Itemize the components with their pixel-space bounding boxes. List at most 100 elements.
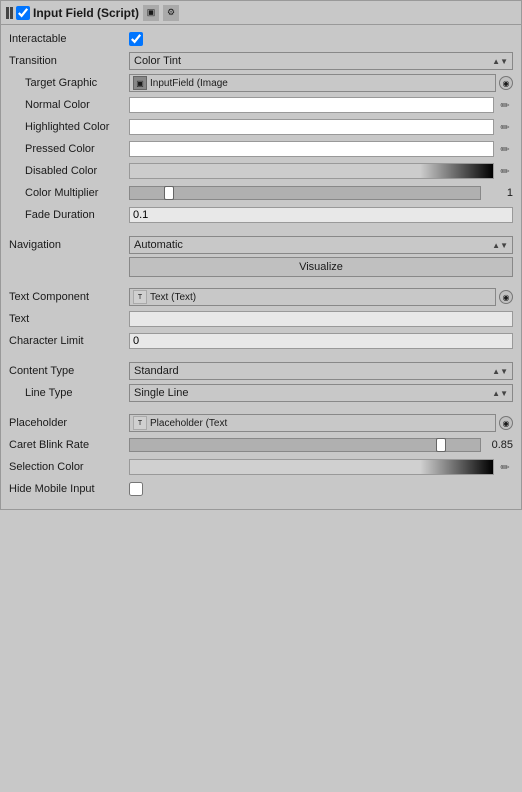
transition-label: Transition	[9, 55, 129, 67]
pressed-color-field-area: ✏	[129, 141, 513, 157]
disabled-color-swatch[interactable]	[129, 163, 494, 179]
caret-blink-rate-slider[interactable]	[129, 438, 481, 452]
highlighted-color-eyedropper[interactable]: ✏	[497, 119, 513, 135]
text-input[interactable]	[129, 311, 513, 327]
selection-color-swatch[interactable]	[129, 459, 494, 475]
interactable-checkbox[interactable]	[129, 32, 143, 46]
visualize-button[interactable]: Visualize	[129, 257, 513, 277]
panel-body: Interactable Transition Color Tint ▲▼ Ta…	[1, 25, 521, 509]
highlighted-color-field-area: ✏	[129, 119, 513, 135]
color-multiplier-value: 1	[485, 187, 513, 199]
line-type-label: Line Type	[9, 387, 129, 399]
line-type-dropdown-arrow: ▲▼	[492, 389, 508, 398]
normal-color-field-area: ✏	[129, 97, 513, 113]
component-enabled-checkbox[interactable]	[16, 6, 30, 20]
selection-color-field-area: ✏	[129, 459, 513, 475]
caret-blink-rate-slider-container: 0.85	[129, 438, 513, 452]
transition-dropdown[interactable]: Color Tint ▲▼	[129, 52, 513, 70]
normal-color-eyedropper[interactable]: ✏	[497, 97, 513, 113]
target-graphic-row: Target Graphic ▣ InputField (Image ◉	[9, 73, 513, 93]
navigation-dropdown-arrow: ▲▼	[492, 241, 508, 250]
disabled-color-eyedropper[interactable]: ✏	[497, 163, 513, 179]
placeholder-row: Placeholder T Placeholder (Text ◉	[9, 413, 513, 433]
character-limit-input[interactable]	[129, 333, 513, 349]
placeholder-icon: T	[133, 416, 147, 430]
hide-mobile-input-label: Hide Mobile Input	[9, 483, 129, 495]
normal-color-row: Normal Color ✏	[9, 95, 513, 115]
text-component-label: Text Component	[9, 291, 129, 303]
inspector-icon[interactable]: ▣	[143, 5, 159, 21]
disabled-color-label: Disabled Color	[9, 165, 129, 177]
target-graphic-icon: ▣	[133, 76, 147, 90]
navigation-label: Navigation	[9, 239, 129, 251]
hide-mobile-input-row: Hide Mobile Input	[9, 479, 513, 499]
header-left: Input Field (Script)	[6, 6, 139, 20]
hide-mobile-input-checkbox[interactable]	[129, 482, 143, 496]
normal-color-swatch[interactable]	[129, 97, 494, 113]
transition-dropdown-arrow: ▲▼	[492, 57, 508, 66]
interactable-row: Interactable	[9, 29, 513, 49]
placeholder-picker[interactable]: ◉	[499, 416, 513, 430]
settings-icon[interactable]: ⚙	[163, 5, 179, 21]
highlighted-color-swatch[interactable]	[129, 119, 494, 135]
color-multiplier-field-area: 1	[129, 186, 513, 200]
line-type-dropdown[interactable]: Single Line ▲▼	[129, 384, 513, 402]
disabled-color-row: Disabled Color ✏	[9, 161, 513, 181]
pressed-color-swatch[interactable]	[129, 141, 494, 157]
character-limit-field-area	[129, 333, 513, 349]
placeholder-field[interactable]: T Placeholder (Text	[129, 414, 496, 432]
character-limit-row: Character Limit	[9, 331, 513, 351]
color-multiplier-label: Color Multiplier	[9, 187, 129, 199]
target-graphic-field[interactable]: ▣ InputField (Image	[129, 74, 496, 92]
text-component-icon: T	[133, 290, 147, 304]
content-type-row: Content Type Standard ▲▼	[9, 361, 513, 381]
color-multiplier-slider[interactable]	[129, 186, 481, 200]
color-multiplier-row: Color Multiplier 1	[9, 183, 513, 203]
target-graphic-field-area: ▣ InputField (Image ◉	[129, 74, 513, 92]
pressed-color-eyedropper[interactable]: ✏	[497, 141, 513, 157]
disabled-color-field-area: ✏	[129, 163, 513, 179]
fade-duration-input[interactable]	[129, 207, 513, 223]
text-field-area	[129, 311, 513, 327]
component-title: Input Field (Script)	[33, 6, 139, 20]
transition-row: Transition Color Tint ▲▼	[9, 51, 513, 71]
visualize-field-area: Visualize	[129, 257, 513, 277]
text-component-row: Text Component T Text (Text) ◉	[9, 287, 513, 307]
selection-color-row: Selection Color ✏	[9, 457, 513, 477]
selection-color-eyedropper[interactable]: ✏	[497, 459, 513, 475]
navigation-dropdown[interactable]: Automatic ▲▼	[129, 236, 513, 254]
highlighted-color-row: Highlighted Color ✏	[9, 117, 513, 137]
caret-blink-rate-value: 0.85	[485, 439, 513, 451]
pause-icon[interactable]	[6, 7, 13, 19]
content-type-field-area: Standard ▲▼	[129, 362, 513, 380]
placeholder-field-area: T Placeholder (Text ◉	[129, 414, 513, 432]
line-type-field-area: Single Line ▲▼	[129, 384, 513, 402]
fade-duration-field-area	[129, 207, 513, 223]
content-type-label: Content Type	[9, 365, 129, 377]
selection-color-label: Selection Color	[9, 461, 129, 473]
character-limit-label: Character Limit	[9, 335, 129, 347]
hide-mobile-input-field-area	[129, 482, 513, 496]
fade-duration-row: Fade Duration	[9, 205, 513, 225]
target-graphic-picker[interactable]: ◉	[499, 76, 513, 90]
transition-field: Color Tint ▲▼	[129, 52, 513, 70]
caret-blink-rate-field-area: 0.85	[129, 438, 513, 452]
pressed-color-row: Pressed Color ✏	[9, 139, 513, 159]
text-component-field[interactable]: T Text (Text)	[129, 288, 496, 306]
interactable-field	[129, 32, 513, 46]
color-multiplier-slider-container: 1	[129, 186, 513, 200]
fade-duration-label: Fade Duration	[9, 209, 129, 221]
content-type-dropdown-arrow: ▲▼	[492, 367, 508, 376]
pressed-color-label: Pressed Color	[9, 143, 129, 155]
content-type-dropdown[interactable]: Standard ▲▼	[129, 362, 513, 380]
interactable-label: Interactable	[9, 33, 129, 45]
text-component-field-area: T Text (Text) ◉	[129, 288, 513, 306]
caret-blink-rate-label: Caret Blink Rate	[9, 439, 129, 451]
navigation-field-area: Automatic ▲▼	[129, 236, 513, 254]
text-row: Text	[9, 309, 513, 329]
highlighted-color-label: Highlighted Color	[9, 121, 129, 133]
text-label: Text	[9, 313, 129, 325]
visualize-row: Visualize	[9, 257, 513, 277]
panel-header: Input Field (Script) ▣ ⚙	[1, 1, 521, 25]
text-component-picker[interactable]: ◉	[499, 290, 513, 304]
